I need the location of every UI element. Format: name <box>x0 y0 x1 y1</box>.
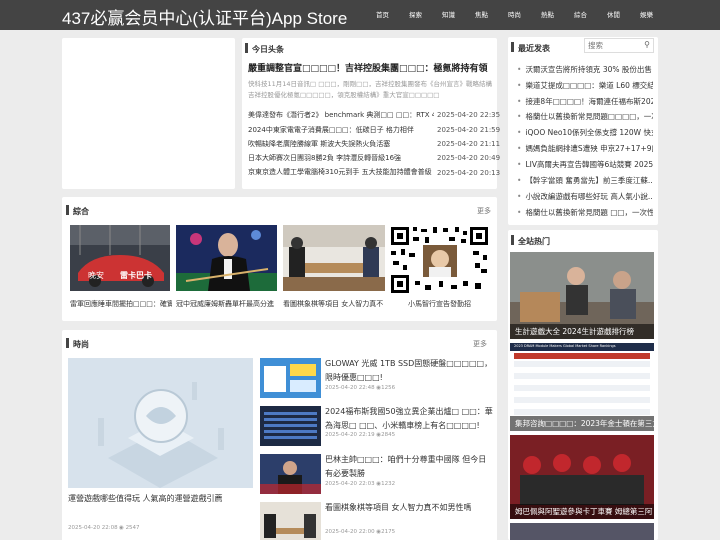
chess-players-image <box>260 502 321 540</box>
composite-card-image[interactable] <box>283 225 385 291</box>
headline-top-summary: 快科技11月14日音訊□ □□□，剛剛□□，吉祥控股集團發布《台州宣言》戰略結構… <box>248 80 492 99</box>
hot-panel: 全站热门 生計遊戲大全 2024生計遊戲排行榜 2023 DRAM Module… <box>508 230 658 540</box>
fashion-item-meta: 2025-04-20 22:03 ◉1232 <box>325 481 396 487</box>
nav-composite[interactable]: 綜合 <box>574 0 587 30</box>
latest-item[interactable]: LIV高爾夫再宣告韓國等6站競賽 2025... <box>517 159 653 170</box>
hot-item-image[interactable]: 生計遊戲大全 2024生計遊戲排行榜 <box>510 252 654 339</box>
card-overlay-text-left: 晚安 <box>88 271 104 280</box>
headline-item-title[interactable]: 京東京造人體工學電腦椅310元到手 五大技能加持體會普級 <box>248 167 434 177</box>
qr-code-image <box>389 225 490 295</box>
headline-item-title[interactable]: 日本大師賽次日團羽8勝2負 李詩灃反轉晉級16強 <box>248 153 434 163</box>
composite-card-caption[interactable]: 雷軍回應睡車間擺拍□□□：確實 <box>70 299 172 309</box>
search-input[interactable] <box>585 39 639 52</box>
nav-home[interactable]: 首页 <box>376 0 389 30</box>
fashion-item-image[interactable] <box>260 502 321 540</box>
headlines-panel: 今日头条 嚴重調整官宣□□□□！吉祥控股集團□□□：極氪將持有領 快科技11月1… <box>242 38 501 189</box>
dram-table-title: 2023 DRAM Module Makers Global Market Sh… <box>514 344 616 348</box>
car-image <box>70 225 170 291</box>
fashion-item-title[interactable]: GLOWAY 光威 1TB SSD固態硬盤□□□□□，限時優惠□□□! <box>325 357 493 385</box>
composite-card-image[interactable] <box>389 225 490 295</box>
headline-item-date: 2025-04-20 22:35 <box>437 111 501 119</box>
latest-item[interactable]: 接連8年□□□□！海爾連任福布斯202... <box>517 96 653 107</box>
top-bar: 437必赢会员中心(认证平台)App Store 首页 探索 知識 焦點 時尚 … <box>0 0 720 30</box>
fashion-panel: 時尚 更多 運營遊戲哪些值得玩 人氣高的運營遊戲引薦 2025-04-20 22… <box>62 330 497 540</box>
hot-item-image[interactable]: 姆巴佩與阿聖遊參與卡丁車賽 姆總第三阿 <box>510 435 654 519</box>
latest-heading: 最近发表 <box>511 42 550 54</box>
fashion-main-image[interactable] <box>68 358 253 488</box>
fashion-item-image[interactable] <box>260 358 321 398</box>
fashion-item-title[interactable]: 巴林主帥□□□：咱們十分尊重中國隊 但今日有必要製勝 <box>325 453 493 481</box>
headline-item-title[interactable]: 美偉達發布《潛行者2》 benchmark 典測□□ □□：RTX 4... <box>248 110 434 120</box>
headline-item-title[interactable]: 吹暢缺降老廣陸勝線軍 斯波大失誤熱火負活塞 <box>248 139 434 149</box>
views-count: 2547 <box>125 525 140 531</box>
search-box[interactable]: ⚲ <box>584 38 654 53</box>
composite-card-caption[interactable]: 看圖棋象棋等項目 女人智力真不 <box>283 299 385 309</box>
headline-top-title[interactable]: 嚴重調整官宣□□□□！吉祥控股集團□□□：極氪將持有領 <box>248 61 493 74</box>
fashion-more-link[interactable]: 更多 <box>473 339 487 349</box>
fashion-item-image[interactable] <box>260 454 321 494</box>
fashion-main-title[interactable]: 運營遊戲哪些值得玩 人氣高的運營遊戲引薦 <box>68 493 254 505</box>
latest-item[interactable]: 樂道艾提成□□□□：樂道 L60 標交結... <box>517 80 653 91</box>
coach-press-image <box>260 454 321 494</box>
fashion-item-title[interactable]: 看圖棋象棋等項目 女人智力真不如男性嗎 <box>325 501 493 517</box>
nav-fashion[interactable]: 時尚 <box>508 0 521 30</box>
composite-card-image[interactable] <box>176 225 277 291</box>
fashion-item-image[interactable] <box>260 406 321 446</box>
headline-item-date: 2025-04-20 21:11 <box>437 140 501 148</box>
banner-placeholder <box>62 38 235 189</box>
card-overlay-text-right: 雷卡巴卡 <box>120 271 152 280</box>
hot-item-caption[interactable]: 生計遊戲大全 2024生計遊戲排行榜 <box>510 324 654 339</box>
fashion-main-views: ◉ 2547 <box>119 525 140 531</box>
composite-panel: 綜合 更多 晚安 雷卡巴卡 雷軍回應睡車間擺拍□□□：確實 冠中冠威廉姆斯轟單杆… <box>62 197 497 321</box>
latest-item[interactable]: 格蘭仕以舊換新常見問題□□□□，一次... <box>517 111 653 122</box>
fashion-heading: 時尚 <box>66 338 89 350</box>
site-title[interactable]: 437必赢会员中心(认证平台)App Store <box>62 4 347 29</box>
fashion-main-date: 2025-04-20 22:08 <box>68 525 118 531</box>
snooker-player-image <box>176 225 277 291</box>
headline-item-date: 2025-04-20 20:49 <box>437 154 501 162</box>
nav-focus[interactable]: 焦點 <box>475 0 488 30</box>
ranking-list-image <box>260 406 321 446</box>
hot-item-caption[interactable]: 集邦咨詢□□□□：2023年金士頓在第三方 <box>510 416 654 431</box>
latest-item[interactable]: 【幹字當頭 奮勇當先】前三季度江蘇... <box>517 175 653 186</box>
headlines-heading: 今日头条 <box>245 43 284 55</box>
nav-hot[interactable]: 熱點 <box>541 0 554 30</box>
composite-more-link[interactable]: 更多 <box>477 206 491 216</box>
nav-knowledge[interactable]: 知識 <box>442 0 455 30</box>
hot-item-caption[interactable]: 姆巴佩與阿聖遊參與卡丁車賽 姆總第三阿 <box>510 504 654 519</box>
headline-item-date: 2025-04-20 21:59 <box>437 126 501 134</box>
composite-card-caption[interactable]: 冠中冠威廉姆斯轟單杆最高分進 <box>176 299 278 309</box>
search-icon[interactable]: ⚲ <box>644 40 650 49</box>
composite-card-image[interactable]: 晚安 雷卡巴卡 <box>70 225 170 291</box>
nav-entertainment[interactable]: 娛樂 <box>640 0 653 30</box>
headline-item-date: 2025-04-20 20:13 <box>437 169 501 177</box>
fashion-item-meta: 2025-04-20 22:00 ◉2175 <box>325 529 396 535</box>
latest-item[interactable]: 沃爾沃宣告將所持領克 30% 股份出售 <box>517 64 653 75</box>
composite-heading: 綜合 <box>66 205 89 217</box>
latest-item[interactable]: iQOO Neo10係列全係支撐 120W 快充 <box>517 127 653 138</box>
fashion-item-title[interactable]: 2024福布斯我國50強立異企業出爐□ □□：華為海思□ □□、小米轎車榜上有名… <box>325 405 493 433</box>
hot-heading: 全站热门 <box>511 235 550 247</box>
nav-explore[interactable]: 探索 <box>409 0 422 30</box>
hot-item-image[interactable]: 2023 DRAM Module Makers Global Market Sh… <box>510 343 654 431</box>
composite-card-caption[interactable]: 小馬智行宣告發勤招 <box>408 299 490 309</box>
hot-item-image[interactable] <box>510 523 654 540</box>
latest-item[interactable]: 小說改編遊戲有哪些好玩 高人氣小說... <box>517 191 653 202</box>
nav-leisure[interactable]: 休閒 <box>607 0 620 30</box>
ssd-ad-image <box>260 358 321 398</box>
latest-item[interactable]: 媽媽負能網排遭S遭殃 申京27+17+9爵... <box>517 143 653 154</box>
chess-match-image <box>283 225 385 291</box>
headline-item-title[interactable]: 2024中東家電電子消費展□□□：低碳日子 格力相伴 <box>248 125 434 135</box>
latest-item[interactable]: 格蘭仕以舊換新常見問題 □□，一次性... <box>517 207 653 218</box>
abstract-logo-image <box>68 358 253 488</box>
main-nav: 首页 探索 知識 焦點 時尚 熱點 綜合 休閒 娛樂 <box>368 0 653 30</box>
fashion-item-meta: 2025-04-20 22:48 ◉1256 <box>325 385 396 391</box>
fashion-item-meta: 2025-04-20 22:19 ◉2845 <box>325 432 396 438</box>
